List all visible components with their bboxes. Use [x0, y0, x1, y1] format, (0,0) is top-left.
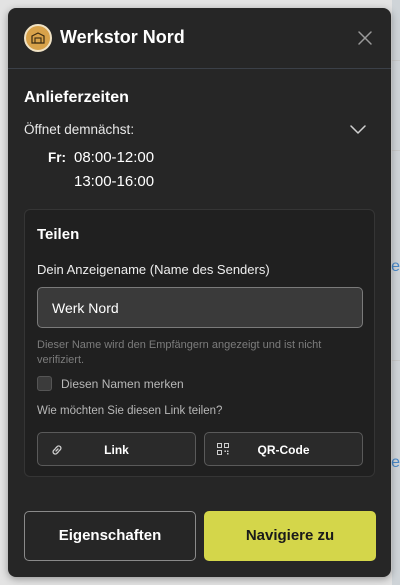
time-slot: 08:00-12:00: [74, 149, 155, 166]
navigate-button[interactable]: Navigiere zu: [204, 511, 376, 561]
chevron-down-icon[interactable]: [350, 122, 366, 134]
opening-status: Öffnet demnächst:: [24, 122, 135, 137]
remember-name-checkbox[interactable]: [37, 376, 52, 391]
map-road: [392, 150, 400, 151]
panel-title: Werkstor Nord: [60, 27, 185, 47]
share-link-label: Link: [104, 443, 129, 457]
location-panel: Werkstor Nord Anlieferzeiten Öffnet demn…: [8, 8, 391, 577]
share-qr-label: QR-Code: [257, 443, 310, 457]
panel-header: Werkstor Nord: [8, 8, 391, 69]
properties-button[interactable]: Eigenschaften: [24, 511, 196, 561]
close-icon[interactable]: [357, 30, 373, 46]
share-method-question: Wie möchten Sie diesen Link teilen?: [37, 405, 223, 417]
share-link-button[interactable]: Link: [37, 432, 196, 466]
display-name-input[interactable]: [37, 287, 363, 328]
weekday-label: Fr:: [48, 150, 66, 165]
share-card: Teilen Dein Anzeigename (Name des Sender…: [24, 209, 375, 477]
delivery-times-heading: Anlieferzeiten: [24, 89, 129, 106]
remember-name-label[interactable]: Diesen Namen merken: [61, 377, 184, 391]
display-name-hint: Dieser Name wird den Empfängern angezeig…: [37, 339, 322, 366]
map-label-fragment: e: [391, 454, 400, 471]
map-label-fragment: e: [391, 258, 400, 275]
map-road: [392, 60, 400, 61]
display-name-label: Dein Anzeigename (Name des Senders): [37, 262, 270, 277]
share-heading: Teilen: [37, 226, 80, 243]
share-qr-button[interactable]: QR-Code: [204, 432, 363, 466]
warehouse-icon: [24, 24, 52, 52]
map-road: [392, 360, 400, 361]
time-slot: 13:00-16:00: [74, 173, 155, 190]
